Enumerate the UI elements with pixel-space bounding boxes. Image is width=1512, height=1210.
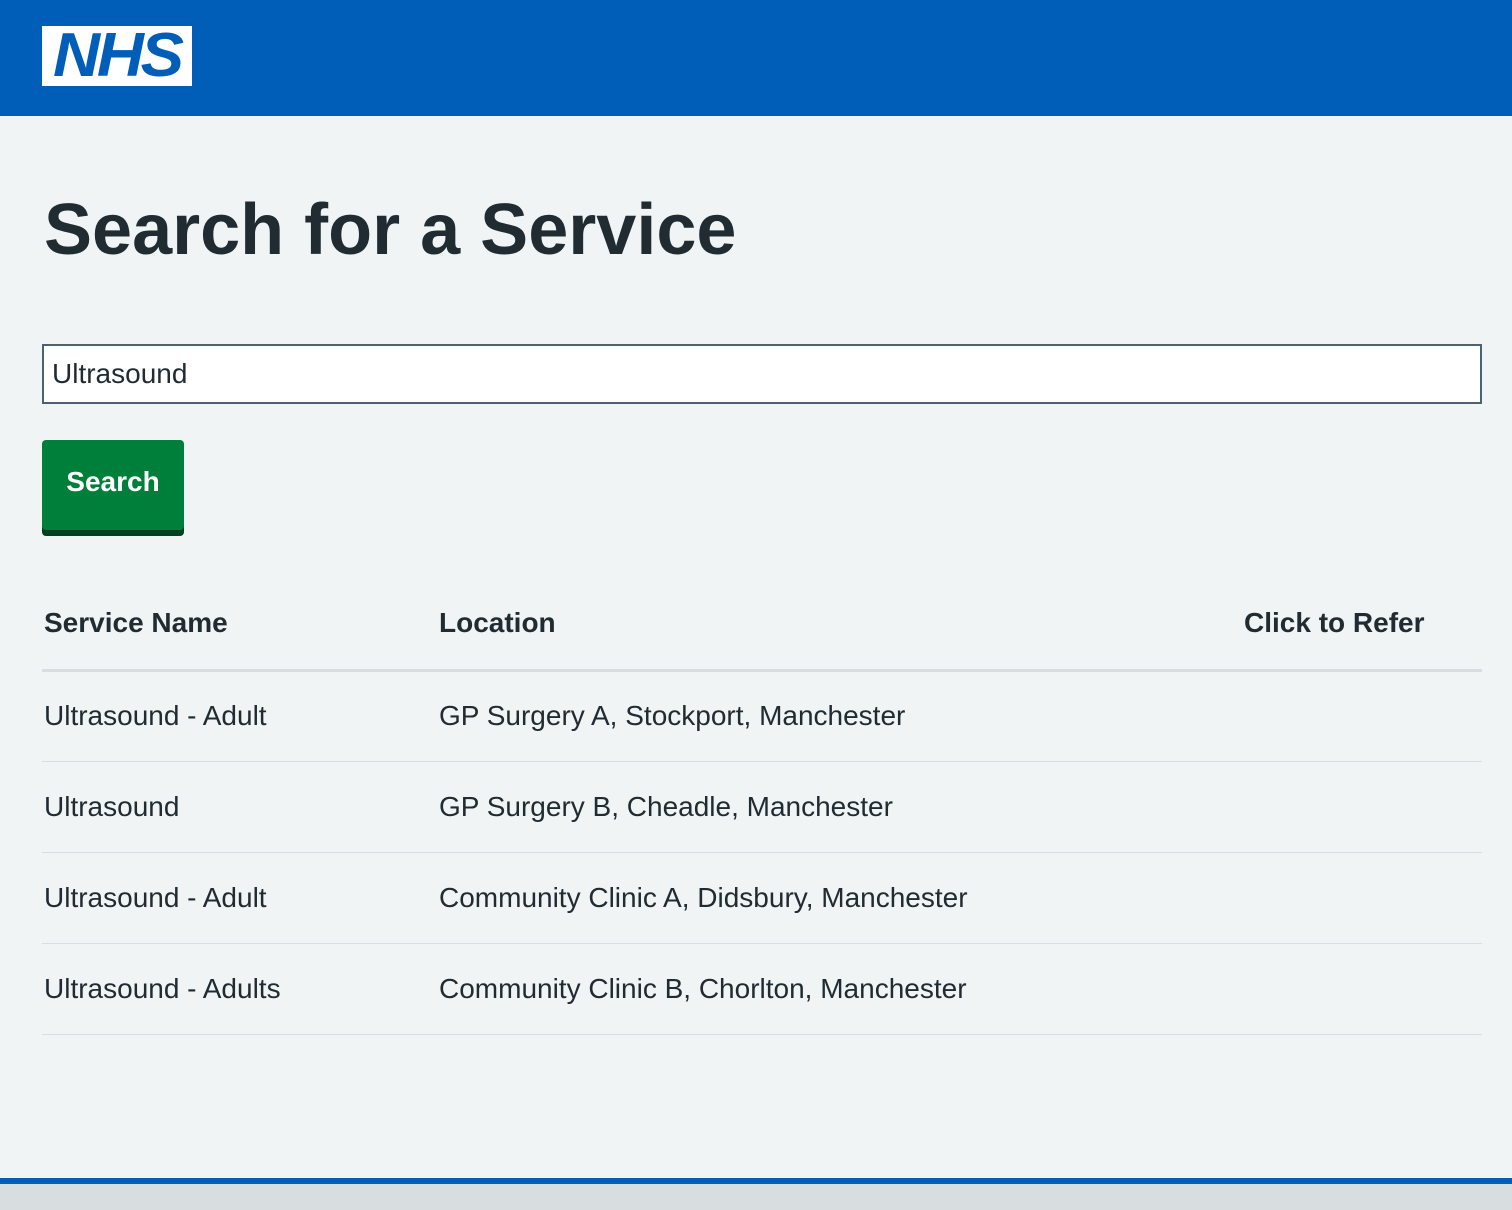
table-row: Ultrasound - Adult Community Clinic A, D… bbox=[42, 852, 1482, 944]
site-footer bbox=[0, 1178, 1512, 1210]
nhs-logo[interactable]: NHS bbox=[42, 21, 192, 90]
column-header-service-name: Service Name bbox=[42, 577, 437, 672]
table-row: Ultrasound - Adults Community Clinic B, … bbox=[42, 943, 1482, 1035]
refer-cell[interactable] bbox=[1242, 852, 1482, 944]
column-header-location: Location bbox=[437, 577, 1242, 672]
location-cell: GP Surgery B, Cheadle, Manchester bbox=[437, 761, 1242, 853]
service-name-cell: Ultrasound bbox=[42, 761, 437, 853]
refer-cell[interactable] bbox=[1242, 761, 1482, 853]
site-header: NHS bbox=[0, 0, 1512, 116]
page-title: Search for a Service bbox=[44, 190, 737, 270]
location-cell: Community Clinic B, Chorlton, Manchester bbox=[437, 943, 1242, 1035]
refer-cell[interactable] bbox=[1242, 943, 1482, 1035]
results-table: Service Name Location Click to Refer Ult… bbox=[42, 577, 1482, 1035]
search-button[interactable]: Search bbox=[42, 440, 184, 530]
service-name-cell: Ultrasound - Adults bbox=[42, 943, 437, 1035]
nhs-logo-text: NHS bbox=[52, 21, 184, 90]
service-name-cell: Ultrasound - Adult bbox=[42, 852, 437, 944]
location-cell: GP Surgery A, Stockport, Manchester bbox=[437, 670, 1242, 762]
refer-cell[interactable] bbox=[1242, 670, 1482, 762]
location-cell: Community Clinic A, Didsbury, Manchester bbox=[437, 852, 1242, 944]
table-row: Ultrasound GP Surgery B, Cheadle, Manche… bbox=[42, 761, 1482, 853]
search-input[interactable] bbox=[42, 344, 1482, 404]
service-name-cell: Ultrasound - Adult bbox=[42, 670, 437, 762]
table-header-row: Service Name Location Click to Refer bbox=[42, 577, 1482, 672]
table-row: Ultrasound - Adult GP Surgery A, Stockpo… bbox=[42, 670, 1482, 762]
column-header-refer: Click to Refer bbox=[1242, 577, 1482, 672]
